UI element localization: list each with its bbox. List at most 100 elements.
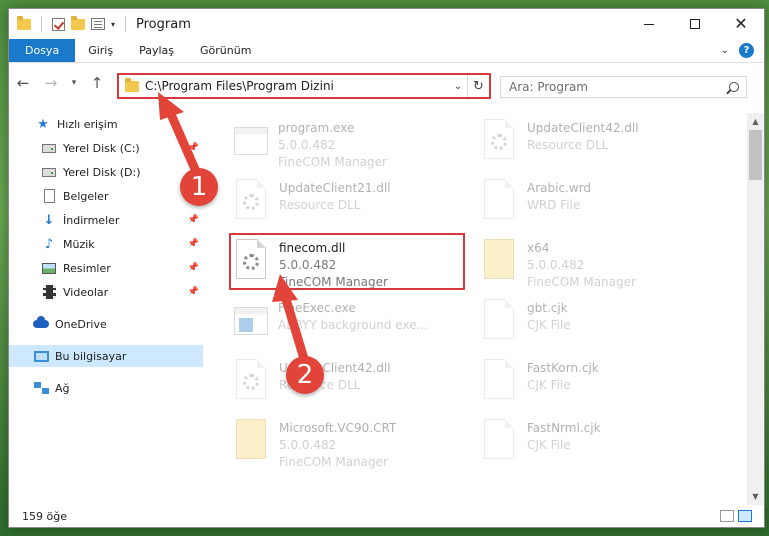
- toolbar-divider: [41, 16, 42, 32]
- file-item[interactable]: UpdateClient21.dll Resource DLL: [231, 179, 471, 237]
- file-name: gbt.cjk: [527, 301, 568, 315]
- sidebar-item-this-pc[interactable]: Bu bilgisayar: [9, 345, 203, 367]
- sidebar-item-local-disk-d[interactable]: Yerel Disk (D:): [9, 161, 203, 183]
- tab-home[interactable]: Giriş: [75, 39, 126, 62]
- file-item[interactable]: FastNrml.cjk CJK File: [479, 419, 719, 477]
- details-view-icon[interactable]: [720, 510, 734, 522]
- window-controls: ✕: [626, 9, 764, 39]
- sidebar-item-music[interactable]: ♪ Müzik 📌: [9, 233, 203, 255]
- documents-icon: [41, 189, 57, 203]
- toolbar-divider: [125, 16, 127, 32]
- dll-file-icon: [484, 119, 514, 159]
- file-detail: ABBYY background exe...: [278, 318, 429, 332]
- navigation-bar: ← → ▾ ↑ C:\Program Files\Program Dizini …: [9, 63, 764, 103]
- sidebar-item-label: Resimler: [63, 261, 111, 275]
- sidebar-item-downloads[interactable]: ↓ İndirmeler 📌: [9, 209, 203, 231]
- maximize-icon: [690, 19, 700, 29]
- address-bar[interactable]: C:\Program Files\Program Dizini ⌄ ↻: [117, 73, 491, 99]
- title-bar: ▾ Program ✕: [9, 9, 764, 39]
- maximize-button[interactable]: [672, 9, 718, 39]
- tiles-view-icon[interactable]: [738, 510, 752, 522]
- recent-locations-chevron-icon[interactable]: ▾: [65, 78, 83, 88]
- view-options-icon[interactable]: [91, 18, 105, 30]
- scroll-up-arrow-icon[interactable]: ▲: [747, 113, 764, 130]
- file-item[interactable]: x64 5.0.0.482 FineCOM Manager: [479, 239, 719, 297]
- help-icon[interactable]: ?: [739, 43, 754, 58]
- file-name: UpdateClient42.dll: [527, 121, 639, 135]
- generic-file-icon: [484, 359, 514, 399]
- search-input[interactable]: Ara: Program: [500, 76, 747, 98]
- sidebar-item-label: Hızlı erişim: [57, 117, 118, 131]
- file-detail: CJK File: [527, 318, 571, 332]
- sidebar-item-onedrive[interactable]: OneDrive: [9, 313, 203, 335]
- navigation-pane: ★ Hızlı erişim Yerel Disk (C:) 📌 Yerel D…: [9, 113, 203, 505]
- scrollbar-thumb[interactable]: [749, 130, 762, 180]
- file-detail: 5.0.0.482: [278, 138, 336, 152]
- sidebar-item-videos[interactable]: Videolar 📌: [9, 281, 203, 303]
- properties-check-icon[interactable]: [52, 17, 65, 31]
- refresh-icon[interactable]: ↻: [467, 75, 489, 97]
- sidebar-item-label: Bu bilgisayar: [55, 349, 127, 363]
- folder-icon[interactable]: [17, 15, 31, 30]
- file-item[interactable]: FineExec.exe ABBYY background exe...: [231, 299, 471, 357]
- item-count: 159 öğe: [22, 509, 67, 523]
- customize-toolbar-chevron-icon[interactable]: ▾: [111, 20, 115, 29]
- tab-view[interactable]: Görünüm: [187, 39, 264, 62]
- file-item[interactable]: program.exe 5.0.0.482 FineCOM Manager: [231, 119, 471, 177]
- folder-file-icon: [236, 419, 266, 459]
- exe-file-icon: [234, 127, 268, 155]
- file-item[interactable]: UpdateClient42.dll Resource DLL: [231, 359, 471, 417]
- music-icon: ♪: [44, 236, 54, 252]
- cloud-icon: [33, 316, 49, 331]
- sidebar-item-network[interactable]: Ağ: [9, 377, 203, 399]
- highlight-box-finecom: [229, 233, 465, 290]
- file-detail: FineCOM Manager: [527, 275, 636, 289]
- drive-icon: [41, 165, 57, 179]
- scroll-down-arrow-icon[interactable]: ▼: [747, 488, 764, 505]
- minimize-button[interactable]: [626, 9, 672, 39]
- file-name: FastNrml.cjk: [527, 421, 601, 435]
- file-item[interactable]: Arabic.wrd WRD File: [479, 179, 719, 237]
- up-arrow-icon[interactable]: ↑: [83, 74, 111, 92]
- pin-icon: 📌: [187, 239, 199, 249]
- pin-icon: 📌: [187, 263, 199, 273]
- downloads-icon: ↓: [43, 212, 55, 228]
- videos-icon: [41, 285, 57, 299]
- back-arrow-icon[interactable]: ←: [9, 74, 37, 92]
- search-icon: [729, 82, 739, 92]
- file-name: FineExec.exe: [278, 301, 356, 315]
- file-item[interactable]: gbt.cjk CJK File: [479, 299, 719, 357]
- sidebar-item-local-disk-c[interactable]: Yerel Disk (C:) 📌: [9, 137, 203, 159]
- file-detail: CJK File: [527, 438, 571, 452]
- quick-access-toolbar: ▾: [9, 15, 130, 32]
- file-name: x64: [527, 241, 550, 255]
- expand-ribbon-chevron-icon[interactable]: ⌄: [721, 45, 729, 56]
- file-detail: FineCOM Manager: [279, 455, 388, 469]
- file-item[interactable]: UpdateClient42.dll Resource DLL: [479, 119, 719, 177]
- address-history-chevron-icon[interactable]: ⌄: [449, 81, 467, 92]
- address-path[interactable]: C:\Program Files\Program Dizini: [145, 79, 449, 93]
- sidebar-item-quick-access[interactable]: ★ Hızlı erişim: [9, 113, 203, 135]
- generic-file-icon: [484, 299, 514, 339]
- minimize-icon: [644, 23, 654, 25]
- sidebar-item-pictures[interactable]: Resimler 📌: [9, 257, 203, 279]
- drive-icon: [41, 141, 57, 155]
- file-detail: CJK File: [527, 378, 571, 392]
- vertical-scrollbar[interactable]: ▲ ▼: [747, 113, 764, 505]
- computer-icon: [33, 349, 49, 363]
- generic-file-icon: [484, 419, 514, 459]
- sidebar-item-documents[interactable]: Belgeler: [9, 185, 203, 207]
- file-name: Arabic.wrd: [527, 181, 592, 195]
- file-name: FastKorn.cjk: [527, 361, 599, 375]
- file-item[interactable]: Microsoft.VC90.CRT 5.0.0.482 FineCOM Man…: [231, 419, 471, 477]
- new-folder-icon[interactable]: [71, 15, 85, 30]
- status-bar: 159 öğe: [9, 505, 764, 527]
- tab-share[interactable]: Paylaş: [126, 39, 187, 62]
- close-icon: ✕: [734, 14, 748, 33]
- forward-arrow-icon[interactable]: →: [37, 74, 65, 92]
- file-item[interactable]: FastKorn.cjk CJK File: [479, 359, 719, 417]
- file-detail: 5.0.0.482: [527, 258, 585, 272]
- close-button[interactable]: ✕: [718, 9, 764, 39]
- tab-file[interactable]: Dosya: [9, 39, 76, 62]
- folder-icon: [125, 77, 139, 92]
